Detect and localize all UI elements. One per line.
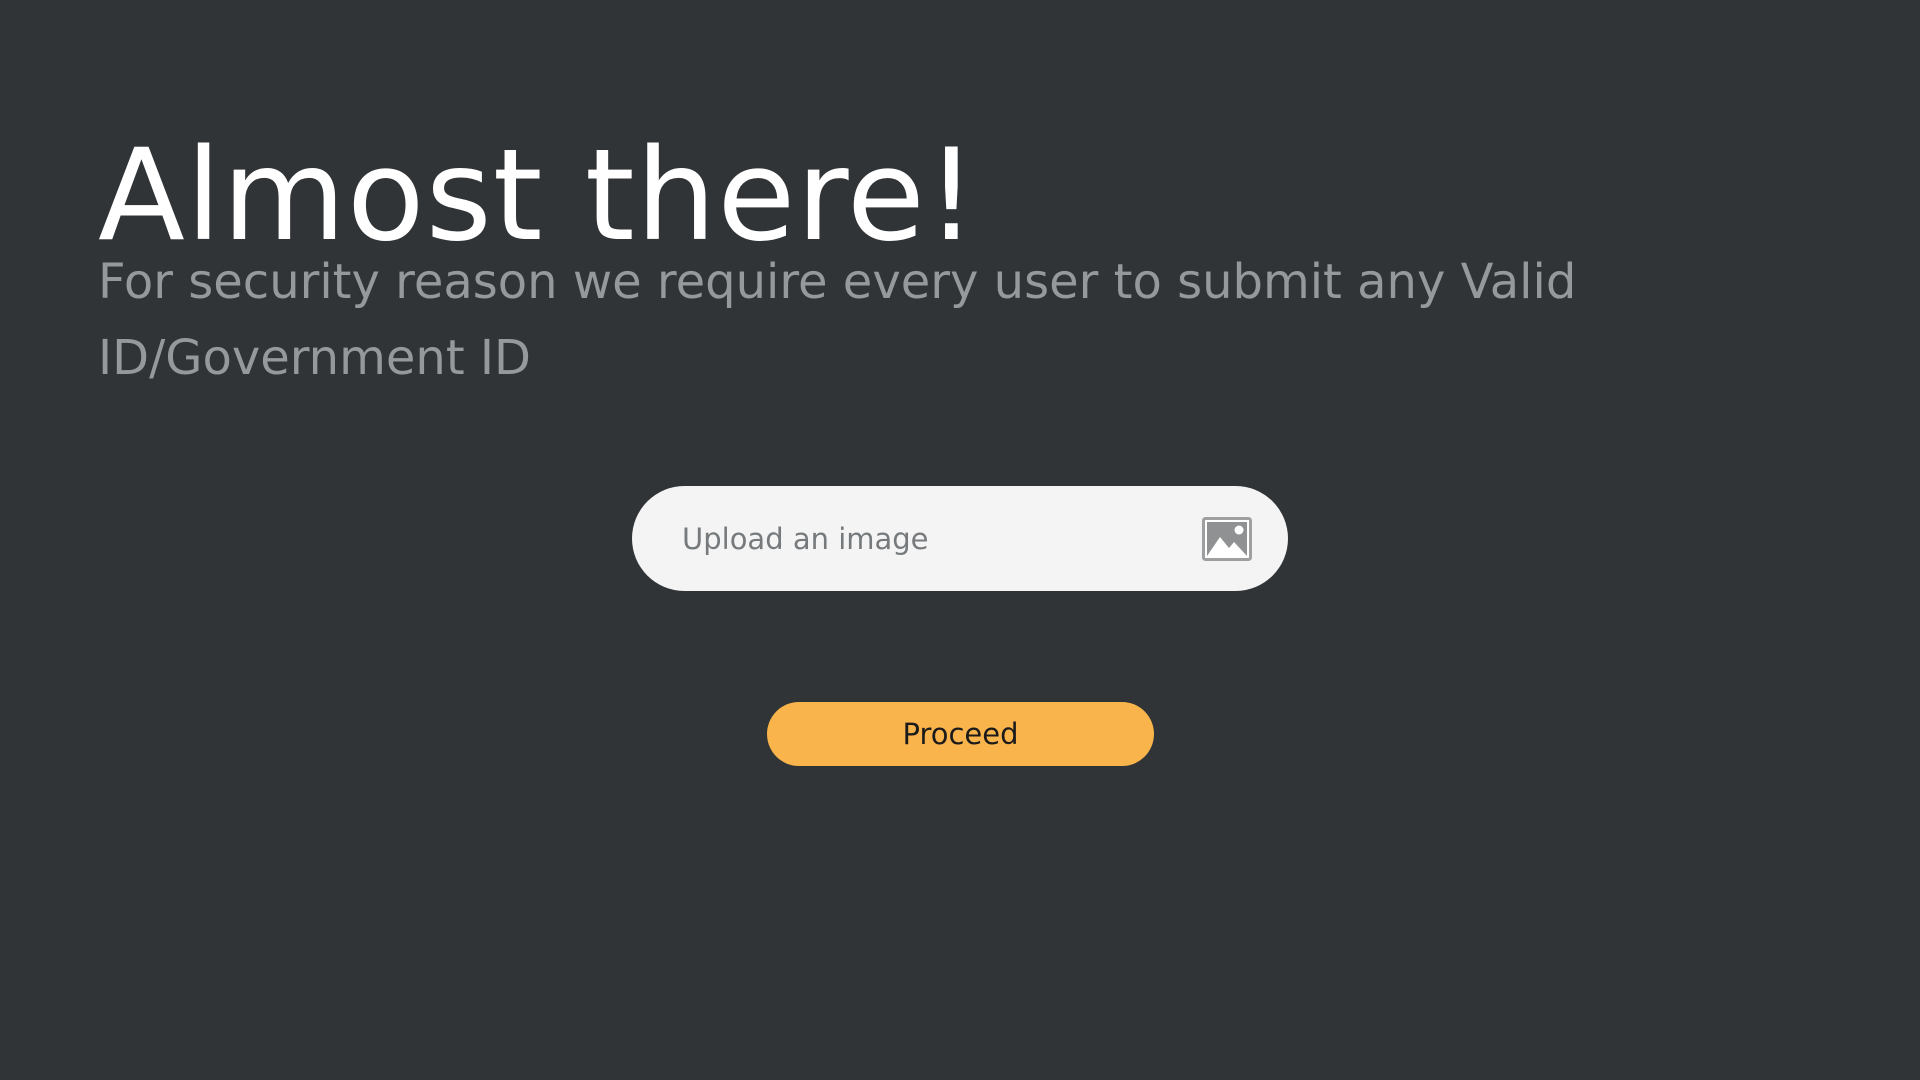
- image-icon[interactable]: [1202, 516, 1252, 561]
- upload-placeholder: Upload an image: [682, 521, 929, 556]
- page-subtitle: For security reason we require every use…: [98, 254, 1577, 386]
- proceed-button[interactable]: Proceed: [767, 702, 1154, 766]
- verification-page: Almost there! For security reason we req…: [0, 0, 1920, 1080]
- upload-image-field[interactable]: Upload an image: [632, 486, 1288, 591]
